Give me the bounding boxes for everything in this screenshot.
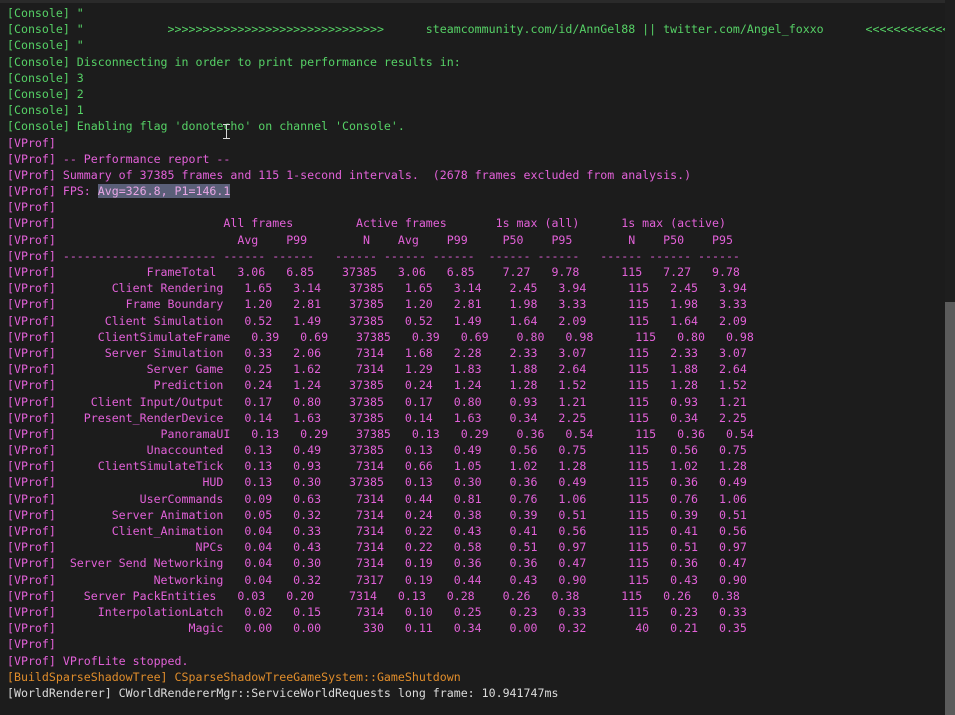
- line-text: [Console] Enabling flag 'donotecho' on c…: [7, 119, 405, 134]
- line-text: [VProf] ClientSimulateTick 0.13 0.93 731…: [7, 459, 747, 474]
- line-text: [VProf] Avg P99 N Avg P99 P50 P95 N P50 …: [7, 232, 733, 247]
- console-line: [VProf]: [7, 636, 945, 652]
- table-row: [VProf] NPCs 0.04 0.43 7314 0.22 0.58 0.…: [7, 539, 945, 555]
- console-line: [BuildSparseShadowTree] CSparseShadowTre…: [7, 669, 945, 685]
- line-text: [VProf] Server Animation 0.05 0.32 7314 …: [7, 507, 747, 522]
- console-line: [Console] ": [7, 37, 945, 53]
- table-header-line: [VProf] All frames Active frames 1s max …: [7, 215, 945, 231]
- scrollbar-thumb[interactable]: [945, 302, 955, 715]
- line-text: [VProf] Server Game 0.25 1.62 7314 1.29 …: [7, 362, 747, 377]
- line-text: [VProf] Client Input/Output 0.17 0.80 37…: [7, 394, 747, 409]
- line-text: [VProf] HUD 0.13 0.30 37385 0.13 0.30 0.…: [7, 475, 747, 490]
- line-text: [WorldRenderer] CWorldRendererMgr::Servi…: [7, 685, 559, 700]
- table-header-line: [VProf] Avg P99 N Avg P99 P50 P95 N P50 …: [7, 232, 945, 248]
- table-row: [VProf] HUD 0.13 0.30 37385 0.13 0.30 0.…: [7, 474, 945, 490]
- line-text: [VProf] FPS:: [7, 184, 98, 199]
- console-line: [VProf] VProfLite stopped.: [7, 653, 945, 669]
- table-row: [VProf] UserCommands 0.09 0.63 7314 0.44…: [7, 491, 945, 507]
- line-text: [VProf] -- Performance report --: [7, 151, 231, 166]
- table-row: [VProf] Present_RenderDevice 0.14 1.63 3…: [7, 410, 945, 426]
- console-output[interactable]: [Console] " [Console] " >>>>>>>>>>>>>>>>…: [7, 5, 945, 701]
- table-row: [VProf] Server Animation 0.05 0.32 7314 …: [7, 507, 945, 523]
- line-text: [VProf] Prediction 0.24 1.24 37385 0.24 …: [7, 378, 747, 393]
- line-text: [VProf]: [7, 200, 56, 215]
- line-text: [Console] ": [7, 38, 84, 53]
- line-text: [VProf] All frames Active frames 1s max …: [7, 216, 726, 231]
- line-text: [VProf] Frame Boundary 1.20 2.81 37385 1…: [7, 297, 747, 312]
- console-line: [Console] 1: [7, 102, 945, 118]
- line-text: [Console] 2: [7, 86, 84, 101]
- text-cursor-ibeam-icon: [223, 124, 230, 139]
- table-row: [VProf] Server Send Networking 0.04 0.30…: [7, 555, 945, 571]
- line-text: [VProf] Server PackEntities 0.03 0.20 73…: [7, 588, 740, 603]
- line-text: [VProf] Networking 0.04 0.32 7317 0.19 0…: [7, 572, 747, 587]
- line-text: [VProf] Server Simulation 0.33 2.06 7314…: [7, 345, 747, 360]
- line-text: [VProf] ClientSimulateFrame 0.39 0.69 37…: [7, 329, 754, 344]
- line-text: [VProf] InterpolationLatch 0.02 0.15 731…: [7, 604, 747, 619]
- line-text: [VProf]: [7, 637, 56, 652]
- line-text: [VProf] Present_RenderDevice 0.14 1.63 3…: [7, 410, 747, 425]
- line-text: [Console] 1: [7, 103, 84, 118]
- line-text: [VProf] FrameTotal 3.06 6.85 37385 3.06 …: [7, 265, 740, 279]
- table-row: [VProf] Frame Boundary 1.20 2.81 37385 1…: [7, 296, 945, 312]
- table-row: [VProf] Networking 0.04 0.32 7317 0.19 0…: [7, 572, 945, 588]
- selected-text[interactable]: Avg=326.8, P1=146.1: [97, 184, 231, 199]
- line-text: [VProf] UserCommands 0.09 0.63 7314 0.44…: [7, 491, 747, 506]
- table-row: [VProf] InterpolationLatch 0.02 0.15 731…: [7, 604, 945, 620]
- table-row: [VProf] Server Game 0.25 1.62 7314 1.29 …: [7, 361, 945, 377]
- line-text: [VProf] Client Rendering 1.65 3.14 37385…: [7, 281, 747, 296]
- line-text: [VProf]: [7, 135, 56, 150]
- console-line: [VProf] Summary of 37385 frames and 115 …: [7, 167, 945, 183]
- line-text: [BuildSparseShadowTree] CSparseShadowTre…: [7, 669, 461, 684]
- console-line-fps: [VProf] FPS: Avg=326.8, P1=146.1: [7, 183, 945, 199]
- table-row: [VProf] Server PackEntities 0.03 0.20 73…: [7, 588, 945, 604]
- scrollbar-track[interactable]: [945, 0, 955, 715]
- console-line: [VProf]: [7, 199, 945, 215]
- line-text: [VProf] Client Simulation 0.52 1.49 3738…: [7, 313, 747, 328]
- table-row: [VProf] Client Simulation 0.52 1.49 3738…: [7, 313, 945, 329]
- line-text: [Console] " >>>>>>>>>>>>>>>>>>>>>>>>>>>>…: [7, 22, 945, 37]
- table-divider-line: [VProf] ---------------------- ------ --…: [7, 248, 945, 264]
- console-line: [Console] 2: [7, 86, 945, 102]
- line-text: [VProf] PanoramaUI 0.13 0.29 37385 0.13 …: [7, 426, 754, 441]
- line-text: [VProf] ---------------------- ------ --…: [7, 248, 740, 263]
- console-line: [VProf]: [7, 135, 945, 151]
- line-text: [VProf] VProfLite stopped.: [7, 653, 189, 668]
- table-row: [VProf] PanoramaUI 0.13 0.29 37385 0.13 …: [7, 426, 945, 442]
- table-row: [VProf] Client Input/Output 0.17 0.80 37…: [7, 394, 945, 410]
- line-text: [VProf] Unaccounted 0.13 0.49 37385 0.13…: [7, 443, 747, 458]
- line-text: [VProf] Server Send Networking 0.04 0.30…: [7, 556, 747, 571]
- line-text: [Console] Disconnecting in order to prin…: [7, 54, 461, 69]
- line-text: [VProf] Magic 0.00 0.00 330 0.11 0.34 0.…: [7, 621, 747, 636]
- table-row: [VProf] Client Rendering 1.65 3.14 37385…: [7, 280, 945, 296]
- table-row: [VProf] Magic 0.00 0.00 330 0.11 0.34 0.…: [7, 620, 945, 636]
- console-line: [Console] 3: [7, 70, 945, 86]
- table-row: [VProf] Client_Animation 0.04 0.33 7314 …: [7, 523, 945, 539]
- console-line: [Console] ": [7, 5, 945, 21]
- console-line: [VProf] -- Performance report --: [7, 151, 945, 167]
- table-row: [VProf] FrameTotal 3.06 6.85 37385 3.06 …: [7, 264, 945, 280]
- line-text: [Console] ": [7, 6, 84, 20]
- line-text: [Console] 3: [7, 70, 84, 85]
- console-line: [Console] Disconnecting in order to prin…: [7, 54, 945, 70]
- table-row: [VProf] Unaccounted 0.13 0.49 37385 0.13…: [7, 442, 945, 458]
- table-row: [VProf] ClientSimulateFrame 0.39 0.69 37…: [7, 329, 945, 345]
- table-row: [VProf] ClientSimulateTick 0.13 0.93 731…: [7, 458, 945, 474]
- console-window: [Console] " [Console] " >>>>>>>>>>>>>>>>…: [0, 0, 955, 715]
- table-row: [VProf] Server Simulation 0.33 2.06 7314…: [7, 345, 945, 361]
- line-text: [VProf] NPCs 0.04 0.43 7314 0.22 0.58 0.…: [7, 540, 747, 555]
- window-top-edge: [0, 0, 955, 3]
- console-line: [WorldRenderer] CWorldRendererMgr::Servi…: [7, 685, 945, 701]
- line-text: [VProf] Summary of 37385 frames and 115 …: [7, 167, 692, 182]
- console-line: [Console] " >>>>>>>>>>>>>>>>>>>>>>>>>>>>…: [7, 21, 945, 37]
- line-text: [VProf] Client_Animation 0.04 0.33 7314 …: [7, 524, 747, 538]
- console-line: [Console] Enabling flag 'donotecho' on c…: [7, 118, 945, 134]
- table-row: [VProf] Prediction 0.24 1.24 37385 0.24 …: [7, 377, 945, 393]
